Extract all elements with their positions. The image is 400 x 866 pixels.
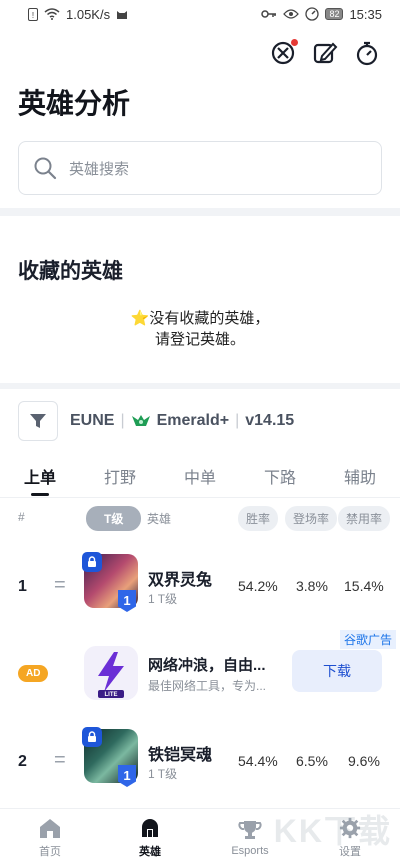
search-icon [34,157,57,180]
hero-banrate: 15.4% [344,578,384,594]
watermark: KK下载 [273,813,392,849]
filter-button[interactable] [18,401,58,441]
col-pickrate-sort[interactable]: 登场率 [285,506,338,531]
clock: 15:35 [349,6,382,22]
lane-tabs: 上单 打野 中单 下路 辅助 [0,464,400,498]
hero-tier: 1 T级 [148,592,178,606]
funnel-icon [30,414,46,428]
search-placeholder: 英雄搜索 [69,160,130,178]
cat-icon [117,11,128,19]
gauge-icon [305,7,320,21]
favorites-empty-line2: 请登记英雄。 [154,331,245,348]
col-banrate-sort[interactable]: 禁用率 [338,506,391,531]
filter-summary[interactable]: EUNE | Emerald+ | v14.15 [70,412,294,430]
hero-tier: 1 T级 [148,767,178,781]
hero-winrate: 54.4% [238,753,278,769]
hero-rank: 1 [18,578,27,595]
tabs-divider [0,497,400,498]
nav-home-label: 首页 [39,845,61,858]
timer-button[interactable] [354,40,380,66]
filter-bar: EUNE | Emerald+ | v14.15 [18,401,294,441]
nav-heroes[interactable]: 英雄 [100,809,200,866]
ad-subtitle: 最佳网络工具，专为... [148,679,267,693]
hero-name: 铁铠冥魂 [148,747,213,764]
version-label: v14.15 [245,412,295,429]
ad-download-button[interactable]: 下载 [292,650,382,692]
tier-badge: 1 [118,590,136,612]
tab-mid[interactable]: 中单 [160,464,240,498]
ad-app-icon: LITE [84,646,138,700]
page-title: 英雄分析 [18,88,131,119]
section-divider [0,208,400,216]
region-label: EUNE [70,412,115,429]
stopwatch-icon [356,41,378,66]
hero-rank: 2 [18,753,27,770]
hero-pickrate: 3.8% [296,578,328,594]
rank-change: = [54,574,66,596]
home-icon [40,818,60,838]
edit-button[interactable] [312,40,338,66]
hero-name: 双界灵兔 [148,572,213,589]
col-hero: 英雄 [147,512,172,526]
nav-home[interactable]: 首页 [0,809,100,866]
rank-label: Emerald+ [156,412,230,429]
top-actions [270,39,380,66]
hero-avatar: 1 [82,552,138,612]
live-button[interactable] [270,39,298,66]
search-input[interactable]: 英雄搜索 [18,141,382,195]
tab-top[interactable]: 上单 [0,464,80,498]
svg-text:!: ! [32,11,34,20]
sim-icon: ! [28,7,38,21]
lock-icon [82,727,102,747]
table-row[interactable]: 2 = 1 铁铠冥魂 1 T级 54.4% 6.5% 9.6% [0,727,400,799]
key-icon [261,10,277,18]
col-tier-sort[interactable]: T级 [86,506,142,531]
favorites-empty-line1: ⭐没有收藏的英雄， [130,310,270,327]
eye-icon [283,9,300,19]
nav-esports-label: Esports [231,844,269,857]
hero-pickrate: 6.5% [296,753,328,769]
tier-badge: 1 [118,765,136,787]
ad-title: 网络冲浪，自由... [148,657,266,674]
ad-icon-text: LITE [104,692,118,698]
tab-jungle[interactable]: 打野 [80,464,160,498]
ad-badge: AD [18,665,49,682]
emerald-rank-icon [131,415,150,426]
table-row[interactable]: 1 = 1 双界灵兔 1 T级 54.2% 3.8% 15.4% [0,552,400,624]
hero-helmet-icon [142,818,158,837]
section-divider [0,383,400,389]
hero-avatar: 1 [82,727,138,787]
hero-banrate: 9.6% [348,753,380,769]
hero-winrate: 54.2% [238,578,278,594]
pencil-note-icon [313,42,338,64]
table-header: # T级 英雄 胜率 登场率 禁用率 [0,504,400,532]
rank-change: = [54,749,66,771]
battery-indicator: 82 [325,8,344,20]
tab-bottom[interactable]: 下路 [240,464,320,498]
network-speed: 1.05K/s [66,6,111,22]
col-winrate-sort[interactable]: 胜率 [238,506,279,531]
favorites-title: 收藏的英雄 [18,260,123,283]
wifi-icon [44,8,60,20]
favorites-empty-message: ⭐没有收藏的英雄， 请登记英雄。 [0,308,400,350]
lock-icon [82,552,102,572]
ad-label: 谷歌广告 [339,630,396,649]
trophy-icon [238,820,262,839]
nav-heroes-label: 英雄 [139,845,161,858]
col-index: # [18,510,25,524]
status-bar: ! 1.05K/s 82 15:35 [0,0,400,28]
ad-row[interactable]: 谷歌广告 AD LITE 网络冲浪，自由... 最佳网络工具，专为... 下载 [0,630,400,710]
tab-support[interactable]: 辅助 [320,464,400,498]
notification-dot [291,39,298,46]
